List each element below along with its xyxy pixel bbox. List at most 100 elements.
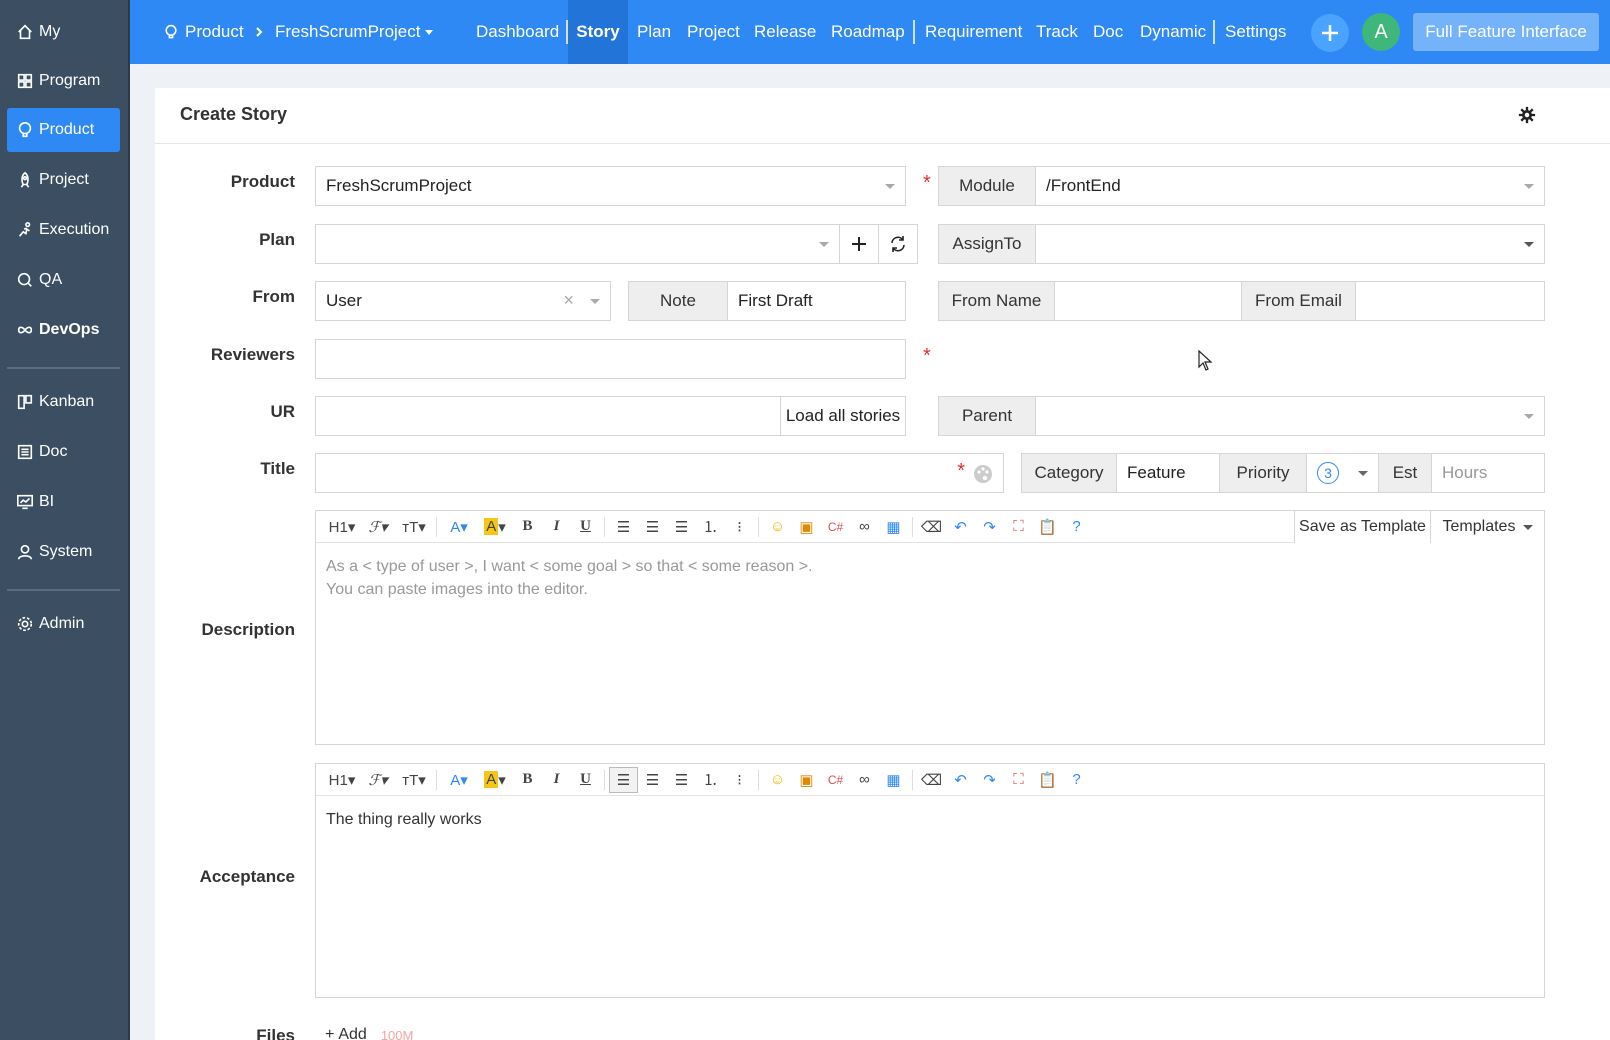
font-size-icon[interactable]: тT▾	[396, 767, 432, 793]
align-center-icon[interactable]: ☰	[638, 514, 667, 540]
acceptance-editor[interactable]: H1▾ ℱ▾ тT▾ A▾ A ▾ B I U ☰ ☰ ☰ ⒈ ⁝ ☺ ▣ C# …	[315, 763, 1545, 998]
italic-icon[interactable]: I	[542, 767, 571, 793]
fullscreen-icon[interactable]: ⛶	[1004, 514, 1033, 540]
est-hours-input[interactable]: Hours	[1431, 453, 1545, 493]
note-input[interactable]: First Draft	[727, 281, 906, 321]
link-icon[interactable]: ∞	[850, 514, 879, 540]
paste-icon[interactable]: 📋	[1033, 514, 1062, 540]
table-icon[interactable]: ▦	[879, 767, 908, 793]
font-size-icon[interactable]: тT▾	[396, 514, 432, 540]
clear-icon[interactable]: ×	[563, 290, 574, 311]
nav-doc[interactable]: Doc	[1093, 0, 1123, 64]
breadcrumb-product[interactable]: Product	[163, 0, 244, 64]
heading-icon[interactable]: H1▾	[324, 767, 360, 793]
module-select[interactable]: /FrontEnd	[1035, 166, 1545, 206]
font-color-icon[interactable]: A▾	[441, 767, 477, 793]
add-plan-button[interactable]	[839, 224, 879, 264]
templates-dropdown[interactable]: Templates	[1430, 511, 1545, 543]
plan-select[interactable]	[315, 224, 840, 264]
sidebar-item-admin[interactable]: Admin	[7, 602, 120, 646]
nav-track[interactable]: Track	[1036, 0, 1078, 64]
nav-dashboard[interactable]: Dashboard	[476, 0, 559, 64]
nav-plan[interactable]: Plan	[637, 0, 671, 64]
from-name-input[interactable]	[1054, 281, 1242, 321]
link-icon[interactable]: ∞	[850, 767, 879, 793]
highlight-icon[interactable]: A ▾	[477, 514, 513, 540]
from-email-input[interactable]	[1355, 281, 1545, 321]
sidebar-item-project[interactable]: Project	[7, 158, 120, 202]
full-feature-button[interactable]: Full Feature Interface	[1413, 13, 1599, 51]
sidebar-item-my[interactable]: My	[7, 10, 120, 54]
nav-settings[interactable]: Settings	[1225, 0, 1286, 64]
align-right-icon[interactable]: ☰	[667, 767, 696, 793]
nav-requirement[interactable]: Requirement	[925, 0, 1022, 64]
ur-select[interactable]	[315, 396, 781, 436]
underline-icon[interactable]: U	[571, 767, 600, 793]
refresh-plan-button[interactable]	[878, 224, 918, 264]
align-center-icon[interactable]: ☰	[638, 767, 667, 793]
align-right-icon[interactable]: ☰	[667, 514, 696, 540]
fullscreen-icon[interactable]: ⛶	[1004, 767, 1033, 793]
sidebar-item-program[interactable]: Program	[7, 59, 120, 103]
image-icon[interactable]: ▣	[792, 514, 821, 540]
ordered-list-icon[interactable]: ⒈	[696, 514, 725, 540]
nav-roadmap[interactable]: Roadmap	[831, 0, 905, 64]
paste-icon[interactable]: 📋	[1033, 767, 1062, 793]
font-family-icon[interactable]: ℱ▾	[360, 767, 396, 793]
table-icon[interactable]: ▦	[879, 514, 908, 540]
add-file-button[interactable]: + Add 100M	[325, 1026, 413, 1040]
help-icon[interactable]: ?	[1062, 767, 1091, 793]
load-all-stories-button[interactable]: Load all stories	[780, 396, 906, 436]
italic-icon[interactable]: I	[542, 514, 571, 540]
palette-icon[interactable]	[973, 464, 993, 484]
help-icon[interactable]: ?	[1062, 514, 1091, 540]
sidebar-item-kanban[interactable]: Kanban	[7, 380, 120, 424]
align-left-icon[interactable]: ☰	[609, 514, 638, 540]
bold-icon[interactable]: B	[513, 514, 542, 540]
code-icon[interactable]: C#	[821, 514, 850, 540]
sidebar-item-devops[interactable]: DevOps	[7, 308, 120, 352]
category-select[interactable]: Feature	[1116, 453, 1220, 493]
nav-story[interactable]: Story	[568, 0, 628, 64]
sidebar-item-execution[interactable]: Execution	[7, 208, 120, 252]
nav-project[interactable]: Project	[687, 0, 740, 64]
heading-icon[interactable]: H1▾	[324, 514, 360, 540]
underline-icon[interactable]: U	[571, 514, 600, 540]
gear-icon[interactable]	[1518, 106, 1536, 124]
nav-dynamic[interactable]: Dynamic	[1140, 0, 1206, 64]
create-plus-button[interactable]	[1311, 14, 1349, 52]
reviewers-select[interactable]	[315, 339, 906, 379]
unordered-list-icon[interactable]: ⁝	[725, 514, 754, 540]
ordered-list-icon[interactable]: ⒈	[696, 767, 725, 793]
description-editor[interactable]: H1▾ ℱ▾ тT▾ A▾ A ▾ B I U ☰ ☰ ☰ ⒈ ⁝ ☺ ▣ C# …	[315, 510, 1545, 745]
parent-select[interactable]	[1035, 396, 1545, 436]
sidebar-item-bi[interactable]: BI	[7, 480, 120, 524]
breadcrumb-project-switcher[interactable]: FreshScrumProject	[275, 0, 434, 64]
avatar[interactable]: A	[1362, 13, 1400, 51]
bold-icon[interactable]: B	[513, 767, 542, 793]
emoji-icon[interactable]: ☺	[763, 767, 792, 793]
unordered-list-icon[interactable]: ⁝	[725, 767, 754, 793]
from-select[interactable]: User ×	[315, 281, 611, 321]
eraser-icon[interactable]: ⌫	[917, 767, 946, 793]
align-left-icon[interactable]: ☰	[609, 766, 638, 793]
undo-icon[interactable]: ↶	[946, 514, 975, 540]
priority-select[interactable]: 3	[1306, 453, 1379, 493]
title-input[interactable]: *	[315, 453, 1004, 493]
product-select[interactable]: FreshScrumProject	[315, 166, 906, 206]
save-as-template-button[interactable]: Save as Template	[1294, 511, 1430, 543]
sidebar-item-qa[interactable]: QA	[7, 258, 120, 302]
assignto-select[interactable]	[1035, 224, 1545, 264]
font-color-icon[interactable]: A▾	[441, 514, 477, 540]
sidebar-item-system[interactable]: System	[7, 530, 120, 574]
undo-icon[interactable]: ↶	[946, 767, 975, 793]
highlight-icon[interactable]: A ▾	[477, 767, 513, 793]
redo-icon[interactable]: ↷	[975, 767, 1004, 793]
redo-icon[interactable]: ↷	[975, 514, 1004, 540]
nav-release[interactable]: Release	[754, 0, 816, 64]
eraser-icon[interactable]: ⌫	[917, 514, 946, 540]
emoji-icon[interactable]: ☺	[763, 514, 792, 540]
image-icon[interactable]: ▣	[792, 767, 821, 793]
sidebar-item-doc[interactable]: Doc	[7, 430, 120, 474]
font-family-icon[interactable]: ℱ▾	[360, 514, 396, 540]
